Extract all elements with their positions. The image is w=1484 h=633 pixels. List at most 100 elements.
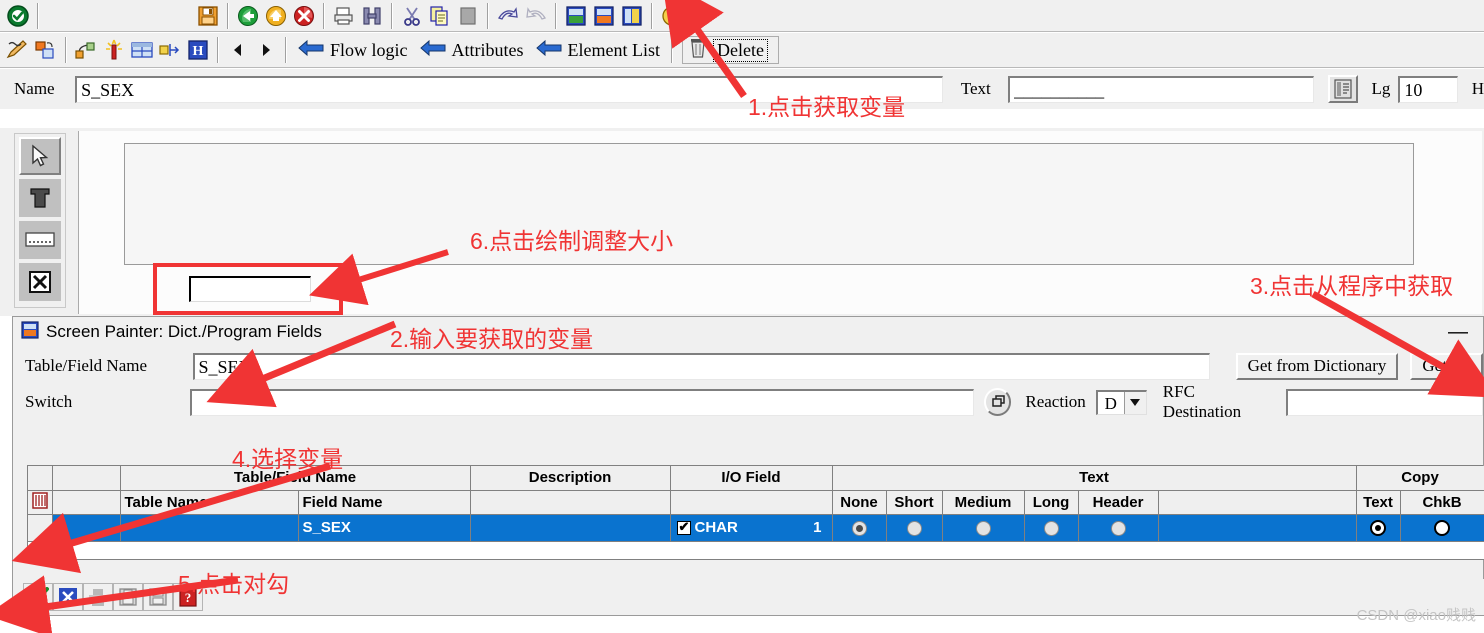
minimize-button[interactable]: — — [1433, 322, 1483, 342]
text-lookup-button[interactable] — [1327, 75, 1358, 103]
attributes-label: Attributes — [451, 39, 524, 60]
print-icon[interactable] — [330, 2, 358, 30]
sub-header-none: None — [832, 490, 887, 515]
toolbar-divider-4 — [391, 2, 393, 29]
next-icon[interactable] — [252, 36, 280, 64]
toolbar2-divider-1 — [65, 37, 67, 63]
cell-table-name[interactable] — [120, 514, 299, 542]
cell-text-header[interactable] — [1078, 514, 1159, 542]
info-icon[interactable]: H — [184, 36, 212, 64]
cell-text-short[interactable] — [886, 514, 943, 542]
layout-green-icon[interactable] — [562, 2, 590, 30]
text-input[interactable]: __________ — [1008, 75, 1314, 103]
drawn-input-field[interactable] — [189, 276, 311, 302]
group-icon[interactable] — [72, 36, 100, 64]
exit-icon[interactable] — [262, 2, 290, 30]
cancel-icon[interactable] — [290, 2, 318, 30]
edit-pencil-icon[interactable] — [4, 36, 32, 64]
input-field-tool-icon[interactable] — [19, 221, 61, 259]
toolbar-divider-6 — [555, 2, 557, 29]
paste-icon[interactable] — [454, 2, 482, 30]
cell-copy-chkbox[interactable] — [1400, 514, 1484, 542]
switch-label: Switch — [25, 392, 73, 411]
cell-text-blank[interactable] — [1158, 514, 1357, 542]
text-tool-icon[interactable] — [19, 179, 61, 217]
trash-icon — [689, 38, 707, 63]
save-icon[interactable] — [194, 2, 222, 30]
row-select-cell[interactable] — [52, 514, 121, 542]
switch-lookup-button[interactable] — [983, 388, 1012, 416]
table-control-icon[interactable] — [128, 36, 156, 64]
cell-copy-text[interactable] — [1356, 514, 1401, 542]
cell-description[interactable] — [470, 514, 671, 542]
get-from-program-button[interactable]: Get fro — [1410, 352, 1483, 380]
element-tool-palette — [14, 133, 66, 308]
radio-text-long[interactable] — [1043, 520, 1059, 536]
element-list-button[interactable]: Element List — [530, 36, 666, 64]
rfc-destination-input[interactable] — [1285, 388, 1484, 416]
redo-icon[interactable] — [522, 2, 550, 30]
confirm-check-icon[interactable] — [23, 583, 53, 611]
enter-check-icon[interactable] — [4, 2, 32, 30]
table-row[interactable]: S_SEX CHAR 1 — [28, 514, 1484, 542]
prev-icon[interactable] — [224, 36, 252, 64]
radio-text-header[interactable] — [1110, 520, 1126, 536]
save-gray-icon[interactable] — [113, 583, 143, 611]
cut-icon[interactable] — [398, 2, 426, 30]
switch-input[interactable] — [190, 388, 974, 416]
row-marker-cell[interactable] — [28, 514, 53, 542]
secondary-toolbar: H Flow logic Attributes Element List Del… — [0, 33, 1484, 67]
annotation-6: 6.点击绘制调整大小 — [470, 228, 674, 254]
sub-header-long: Long — [1024, 490, 1079, 515]
save-as-gray-icon[interactable] — [143, 583, 173, 611]
radio-copy-chkbox[interactable] — [1434, 520, 1451, 537]
radio-text-medium[interactable] — [975, 520, 991, 536]
cell-field-name[interactable]: S_SEX — [298, 514, 471, 542]
toolbar2-divider-2 — [217, 37, 219, 63]
annotation-3: 3.点击从程序中获取 — [1250, 273, 1454, 299]
help-icon[interactable]: ? — [658, 2, 686, 30]
undo-icon[interactable] — [494, 2, 522, 30]
cell-io-field[interactable]: CHAR 1 — [670, 514, 833, 542]
sub-header-short: Short — [886, 490, 943, 515]
header-description: Description — [470, 466, 671, 491]
checkbox-tool-icon[interactable] — [19, 263, 61, 301]
radio-copy-text[interactable] — [1370, 520, 1387, 537]
table-row-empty[interactable] — [28, 541, 1484, 560]
reaction-select[interactable]: D — [1095, 389, 1147, 415]
attributes-button[interactable]: Attributes — [414, 36, 530, 64]
chevron-down-icon[interactable] — [1123, 391, 1146, 414]
cell-text-long[interactable] — [1024, 514, 1079, 542]
cell-text-none[interactable] — [832, 514, 887, 542]
header-text: Text — [832, 466, 1357, 491]
empty-marker — [28, 541, 53, 560]
find-icon[interactable] — [358, 2, 386, 30]
back-icon[interactable] — [234, 2, 262, 30]
cancel-x-icon[interactable] — [53, 583, 83, 611]
sub-header-text-blank — [1158, 490, 1357, 515]
toolbar-divider-3 — [323, 2, 325, 29]
pointer-tool-icon[interactable] — [19, 137, 61, 175]
layout-orange-icon[interactable] — [590, 2, 618, 30]
copy-icon[interactable] — [426, 2, 454, 30]
radio-text-short[interactable] — [906, 520, 922, 536]
print-gray-icon[interactable] — [83, 583, 113, 611]
empty-row-body[interactable] — [52, 541, 1484, 560]
fields-grid: Table/Field Name Description I/O Field T… — [28, 466, 1484, 560]
delete-button[interactable]: Delete — [682, 36, 779, 64]
wizard-icon[interactable] — [100, 36, 128, 64]
table-field-name-input[interactable]: S_SEX — [192, 352, 1210, 380]
layout-yellow-icon[interactable] — [618, 2, 646, 30]
cell-text-medium[interactable] — [942, 514, 1025, 542]
copy-object-icon[interactable] — [32, 36, 60, 64]
lg-input[interactable]: 10 — [1398, 75, 1458, 103]
align-icon[interactable] — [156, 36, 184, 64]
io-field-checkbox[interactable] — [676, 519, 691, 536]
get-from-dictionary-button[interactable]: Get from Dictionary — [1235, 352, 1399, 380]
switch-row: Switch Reaction D RFC Destination — [13, 382, 1484, 421]
flow-logic-button[interactable]: Flow logic — [292, 36, 414, 64]
grid-settings-icon-cell[interactable] — [28, 490, 53, 515]
radio-text-none[interactable] — [851, 520, 867, 536]
toolbar-divider-7 — [651, 2, 653, 29]
subscreen-area[interactable] — [124, 143, 1414, 265]
